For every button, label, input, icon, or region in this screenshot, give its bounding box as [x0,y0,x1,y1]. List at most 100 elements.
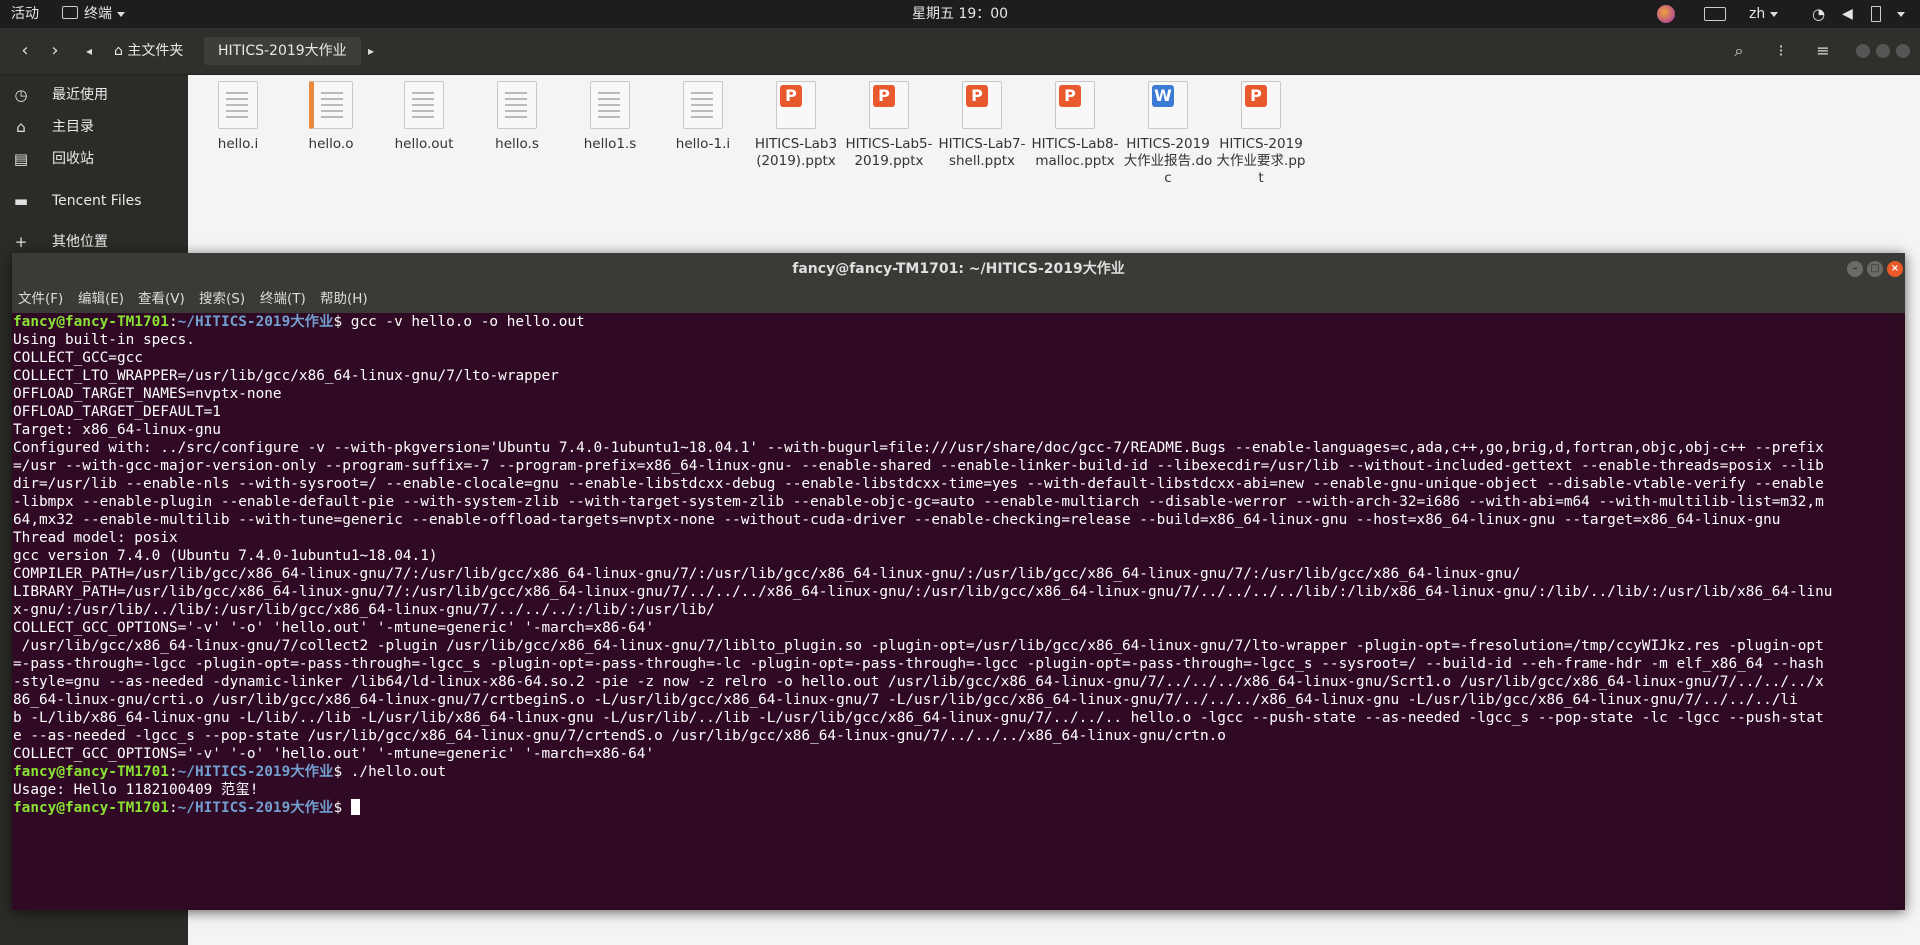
sidebar-item-label: 主目录 [52,119,94,135]
sidebar-item-trash[interactable]: ▤ 回收站 [0,142,188,176]
object-file-icon [309,81,353,129]
breadcrumb-home[interactable]: ⌂ 主文件夹 [106,37,191,65]
command-line: $ ./hello.out [333,764,447,780]
prompt-user: fancy@fancy-TM1701 [13,764,169,780]
terminal-window: fancy@fancy-TM1701: ~/HITICS-2019大作业 – □… [12,253,1905,910]
view-options-icon[interactable]: ⁝ [1768,38,1794,64]
breadcrumb-home-label: 主文件夹 [127,43,184,59]
presentation-file-icon: P [776,81,816,129]
file-item[interactable]: W HITICS-2019大作业报告.doc [1123,81,1213,187]
minimize-button[interactable]: – [1847,261,1863,277]
file-item[interactable]: P HITICS-Lab3(2019).pptx [751,81,841,170]
language-indicator[interactable]: zh [1749,0,1779,28]
keyboard-icon[interactable] [1704,0,1726,28]
wifi-icon[interactable]: ◔ [1812,0,1825,28]
trash-icon: ▤ [13,150,29,168]
sidebar-item-label: 其他位置 [52,234,108,250]
file-name: hello.out [394,136,454,152]
firefox-tray-icon[interactable] [1657,0,1675,28]
text-file-icon [590,81,630,129]
home-icon: ⌂ [114,43,123,59]
file-name: HITICS-Lab3(2019).pptx [754,136,838,169]
prompt-user: fancy@fancy-TM1701 [13,800,169,816]
presentation-file-icon: P [1241,81,1281,129]
folder-icon: ▬ [13,192,29,210]
text-file-icon [683,81,723,129]
breadcrumb-current[interactable]: HITICS-2019大作业 [204,37,361,65]
file-name: HITICS-2019大作业报告.doc [1123,136,1213,186]
menu-icon[interactable]: ≡ [1810,38,1836,64]
terminal-app-icon [62,6,78,19]
command-output: Using built-in specs. COLLECT_GCC=gcc CO… [13,332,1833,762]
terminal-scrollbar[interactable] [1893,313,1905,910]
file-item[interactable]: P HITICS-Lab7-shell.pptx [937,81,1027,170]
file-manager-header: ‹ › ◂ ⌂ 主文件夹 HITICS-2019大作业 ▸ ⌕ ⁝ ≡ [0,28,1920,75]
text-cursor [350,799,360,815]
back-button[interactable]: ‹ [12,37,38,65]
menu-edit[interactable]: 编辑(E) [78,285,124,313]
terminal-title: fancy@fancy-TM1701: ~/HITICS-2019大作业 [792,261,1125,277]
menu-search[interactable]: 搜索(S) [199,285,245,313]
minimize-button[interactable] [1856,44,1870,58]
breadcrumb-left-arrow-icon[interactable]: ◂ [80,37,98,65]
file-item[interactable]: P HITICS-Lab8-malloc.pptx [1030,81,1120,170]
language-label: zh [1749,6,1766,22]
maximize-button[interactable] [1876,44,1890,58]
file-item[interactable]: hello.i [193,81,283,153]
text-file-icon [218,81,258,129]
prompt-path: ~/HITICS-2019大作业 [177,314,334,330]
terminal-output[interactable]: fancy@fancy-TM1701:~/HITICS-2019大作业$ gcc… [12,313,1893,910]
menu-file[interactable]: 文件(F) [18,285,63,313]
menu-view[interactable]: 查看(V) [138,285,185,313]
command-output: Usage: Hello 1182100409 范玺! [13,782,259,798]
file-name: hello.o [308,136,354,152]
home-icon: ⌂ [16,118,26,136]
sidebar-item-label: 回收站 [52,151,94,167]
file-name: HITICS-2019大作业要求.ppt [1216,136,1306,186]
word-document-icon: W [1148,81,1188,129]
presentation-file-icon: P [869,81,909,129]
file-item[interactable]: hello.o [286,81,376,153]
sidebar-item-recent[interactable]: ◷ 最近使用 [0,78,188,112]
breadcrumb-right-arrow-icon[interactable]: ▸ [362,37,380,65]
prompt-symbol: $ [333,800,351,816]
sidebar-item-tencent-files[interactable]: ▬ Tencent Files [0,184,188,218]
sidebar-item-label: Tencent Files [52,193,142,209]
file-name: hello.s [495,136,539,152]
top-bar: 活动 终端 星期五 19：00 zh ◔ ◀ [0,0,1920,28]
prompt-path: ~/HITICS-2019大作业 [177,764,334,780]
clock[interactable]: 星期五 19：00 [912,0,1008,28]
activities-button[interactable]: 活动 [11,0,39,28]
app-menu[interactable]: 终端 [62,0,125,28]
search-icon[interactable]: ⌕ [1726,38,1752,64]
close-button[interactable] [1896,44,1910,58]
terminal-titlebar[interactable]: fancy@fancy-TM1701: ~/HITICS-2019大作业 – □… [12,253,1905,285]
text-file-icon [404,81,444,129]
file-item[interactable]: hello-1.i [658,81,748,153]
file-name: HITICS-Lab5-2019.pptx [845,136,933,169]
prompt-path: ~/HITICS-2019大作业 [177,800,334,816]
menu-terminal[interactable]: 终端(T) [260,285,306,313]
presentation-file-icon: P [1055,81,1095,129]
menu-help[interactable]: 帮助(H) [320,285,368,313]
sidebar-item-label: 最近使用 [52,87,108,103]
file-item[interactable]: P HITICS-Lab5-2019.pptx [844,81,934,170]
command-line: $ gcc -v hello.o -o hello.out [333,314,585,330]
sidebar-item-home[interactable]: ⌂ 主目录 [0,110,188,144]
system-menu-chevron-icon[interactable] [1892,0,1905,28]
file-item[interactable]: hello.out [379,81,469,153]
file-item[interactable]: P HITICS-2019大作业要求.ppt [1216,81,1306,187]
file-name: hello-1.i [675,136,731,152]
file-item[interactable]: hello1.s [565,81,655,153]
volume-icon[interactable]: ◀ [1842,0,1853,28]
chevron-down-icon [117,11,125,17]
app-menu-label: 终端 [84,6,112,22]
file-name: hello1.s [583,136,637,152]
maximize-button[interactable]: □ [1867,261,1883,277]
battery-icon[interactable] [1871,0,1881,28]
file-item[interactable]: hello.s [472,81,562,153]
chevron-down-icon [1770,11,1779,17]
forward-button[interactable]: › [42,37,68,65]
close-button[interactable]: × [1887,261,1903,277]
terminal-menubar: 文件(F) 编辑(E) 查看(V) 搜索(S) 终端(T) 帮助(H) [12,285,1905,313]
